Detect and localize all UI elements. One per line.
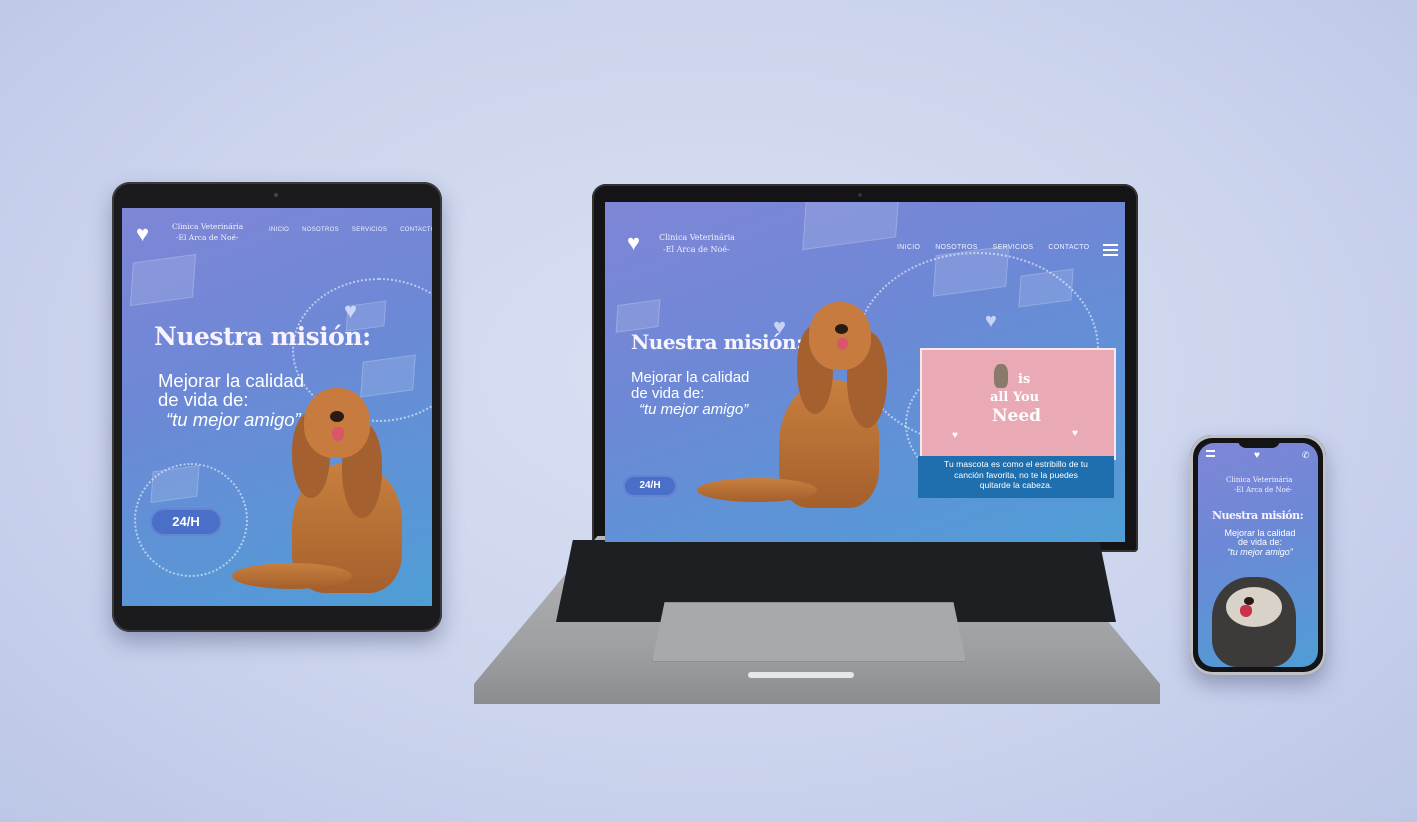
nav-servicios[interactable]: SERVICIOS: [993, 244, 1034, 251]
brand-name: Clinica Veterinária: [1226, 476, 1293, 484]
tablet-nav: INICIO NOSOTROS SERVICIOS CONTACTO: [269, 227, 432, 233]
heart-paw-icon: ♥: [627, 230, 641, 255]
laptop-nav: INICIO NOSOTROS SERVICIOS CONTACTO: [897, 244, 1089, 251]
caption-line-2: canción favorita, no te la puedes: [954, 469, 1078, 480]
tablet-camera: [274, 193, 278, 197]
heart-icon: ♥: [344, 298, 358, 323]
dog-photo: [1208, 573, 1308, 667]
promo-word-1: is: [1018, 372, 1031, 387]
hamburger-menu-icon[interactable]: [1206, 450, 1215, 457]
promo-card[interactable]: is all You Need ♥ ♥: [920, 348, 1116, 460]
nav-nosotros[interactable]: NOSOTROS: [302, 227, 339, 233]
dog-photo: [697, 302, 907, 512]
cat-photo: [994, 364, 1008, 388]
phone-notch: [1238, 440, 1280, 448]
promo-word-3: Need: [992, 406, 1042, 426]
promo-caption: Tu mascota es como el estribillo de tu c…: [918, 456, 1114, 498]
hero-title: Nuestra misión:: [154, 322, 371, 351]
hero-line-3: “tu mejor amigo”: [1227, 546, 1293, 557]
hero-text: Mejorar la calidad de vida de: “tu mejor…: [1212, 528, 1308, 557]
laptop-trackpad: [652, 602, 966, 662]
badge-24h[interactable]: 24/H: [150, 508, 222, 536]
heart-icon: ♥: [952, 430, 958, 441]
brand-subtitle: -El Arca de Noé-: [663, 245, 730, 254]
nav-inicio[interactable]: INICIO: [269, 227, 289, 233]
nav-nosotros[interactable]: NOSOTROS: [935, 244, 977, 251]
promo-word-2: all You: [990, 390, 1040, 405]
tablet-screen: ♥ ♥ Clinica Veterinária -El Arca de Noé-…: [122, 208, 432, 606]
brand-subtitle: -El Arca de Noé-: [1234, 486, 1293, 494]
brand-name: Clinica Veterinária: [659, 233, 735, 242]
caption-line-3: quitarde la cabeza.: [979, 480, 1053, 491]
nav-contacto[interactable]: CONTACTO: [400, 227, 432, 233]
brand-name: Clinica Veterinária: [172, 222, 244, 231]
badge-24h[interactable]: 24/H: [623, 475, 677, 497]
phone-screen: ♥ ✆ Clinica Veterinária -El Arca de Noé-…: [1198, 443, 1318, 667]
heart-paw-icon: ♥: [1254, 450, 1260, 461]
heart-paw-icon: ♥: [136, 221, 150, 246]
brand-subtitle: -El Arca de Noé-: [176, 233, 239, 242]
hero-title: Nuestra misión:: [1212, 509, 1304, 522]
caption-line-1: Tu mascota es como el estribillo de tu: [944, 459, 1088, 469]
phone-icon[interactable]: ✆: [1302, 450, 1310, 461]
laptop-camera: [858, 193, 862, 197]
laptop-front-notch: [748, 672, 854, 678]
heart-icon: ♥: [1072, 428, 1078, 439]
nav-contacto[interactable]: CONTACTO: [1048, 244, 1089, 251]
heart-icon: ♥: [985, 310, 997, 332]
dog-photo: [232, 383, 432, 598]
hamburger-menu-icon[interactable]: [1103, 244, 1118, 256]
nav-inicio[interactable]: INICIO: [897, 244, 920, 251]
nav-servicios[interactable]: SERVICIOS: [352, 227, 387, 233]
